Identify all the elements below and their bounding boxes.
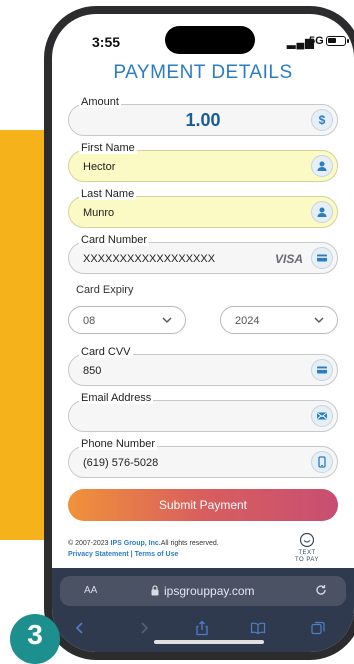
tabs-icon[interactable]: [310, 620, 326, 636]
mobile-phone-icon: [311, 451, 333, 473]
amount-value: 1.00: [185, 110, 221, 130]
copyright-suffix: All rights reserved.: [160, 540, 219, 547]
footer-links: Privacy Statement | Terms of Use: [68, 549, 219, 560]
back-icon[interactable]: [72, 620, 88, 636]
text-size-button[interactable]: AA: [84, 585, 97, 596]
email-field[interactable]: Email Address: [68, 392, 338, 432]
phone-number-field[interactable]: Phone Number (619) 576-5028: [68, 438, 338, 478]
footer: © 2007-2023 IPS Group, Inc.All rights re…: [68, 538, 219, 560]
page-title: PAYMENT DETAILS: [113, 62, 293, 83]
credit-card-icon: [311, 247, 333, 269]
reload-icon[interactable]: [314, 583, 328, 597]
card-number-label: Card Number: [79, 234, 150, 246]
lock-icon: [151, 585, 159, 596]
visa-logo: VISA: [274, 252, 303, 266]
last-name-label: Last Name: [79, 188, 137, 200]
phone-number-value: (619) 576-5028: [83, 457, 159, 469]
expiry-year-select[interactable]: 2024: [220, 306, 338, 334]
status-bar: 3:55 ▂▄▆ 5G: [52, 14, 354, 58]
card-cvv-label: Card CVV: [79, 346, 133, 358]
url-text: ipsgrouppay.com: [164, 584, 255, 598]
copyright-line: © 2007-2023 IPS Group, Inc.All rights re…: [68, 538, 219, 549]
forward-icon[interactable]: [136, 620, 152, 636]
phone-screen: 3:55 ▂▄▆ 5G PAYMENT DETAILS Amount 1.00 …: [52, 14, 354, 652]
card-number-value: XXXXXXXXXXXXXXXXXX: [83, 253, 216, 265]
email-label: Email Address: [79, 392, 154, 404]
address-bar[interactable]: AA ipsgrouppay.com: [60, 576, 346, 606]
step-badge: 3: [10, 614, 60, 664]
phone-number-label: Phone Number: [79, 438, 157, 450]
text-to-pay-line2: TO PAY: [294, 557, 319, 563]
text-to-pay-line1: TEXT: [298, 550, 316, 556]
bookmarks-icon[interactable]: [250, 620, 266, 636]
share-icon[interactable]: [194, 620, 210, 636]
first-name-field[interactable]: First Name Hector: [68, 142, 338, 182]
company-name: IPS Group, Inc.: [110, 540, 161, 547]
person-icon: [311, 201, 333, 223]
dollar-icon: $: [311, 109, 333, 131]
browser-chrome: AA ipsgrouppay.com: [52, 568, 354, 652]
expiry-month-value: 08: [83, 315, 96, 327]
battery-icon: [326, 36, 349, 46]
last-name-field[interactable]: Last Name Munro: [68, 188, 338, 228]
expiry-month-select[interactable]: 08: [68, 306, 186, 334]
home-indicator: [154, 640, 264, 644]
submit-payment-button[interactable]: Submit Payment: [68, 489, 338, 521]
person-icon: [311, 155, 333, 177]
card-number-field[interactable]: Card Number XXXXXXXXXXXXXXXXXX VISA: [68, 234, 338, 274]
copyright-prefix: © 2007-2023: [68, 540, 111, 547]
first-name-label: First Name: [79, 142, 137, 154]
amount-label: Amount: [79, 96, 121, 108]
chevron-down-icon: [162, 317, 172, 323]
card-cvv-value: 850: [83, 365, 102, 377]
status-time: 3:55: [92, 34, 121, 50]
expiry-year-value: 2024: [235, 315, 260, 327]
credit-card-icon: [311, 359, 333, 381]
first-name-value: Hector: [83, 161, 116, 173]
browser-toolbar: [52, 616, 354, 642]
amount-field[interactable]: Amount 1.00 $: [68, 96, 338, 136]
card-expiry-label: Card Expiry: [76, 284, 134, 296]
envelope-icon: [311, 405, 333, 427]
chevron-down-icon: [314, 317, 324, 323]
card-cvv-field[interactable]: Card CVV 850: [68, 346, 338, 386]
phone-frame: 3:55 ▂▄▆ 5G PAYMENT DETAILS Amount 1.00 …: [44, 6, 354, 660]
privacy-statement-link[interactable]: Privacy Statement: [68, 551, 129, 558]
chat-bubble-icon: [299, 532, 315, 548]
network-label: 5G: [309, 35, 324, 47]
dynamic-island: [165, 26, 255, 54]
terms-of-use-link[interactable]: Terms of Use: [135, 551, 179, 558]
last-name-value: Munro: [83, 207, 115, 219]
